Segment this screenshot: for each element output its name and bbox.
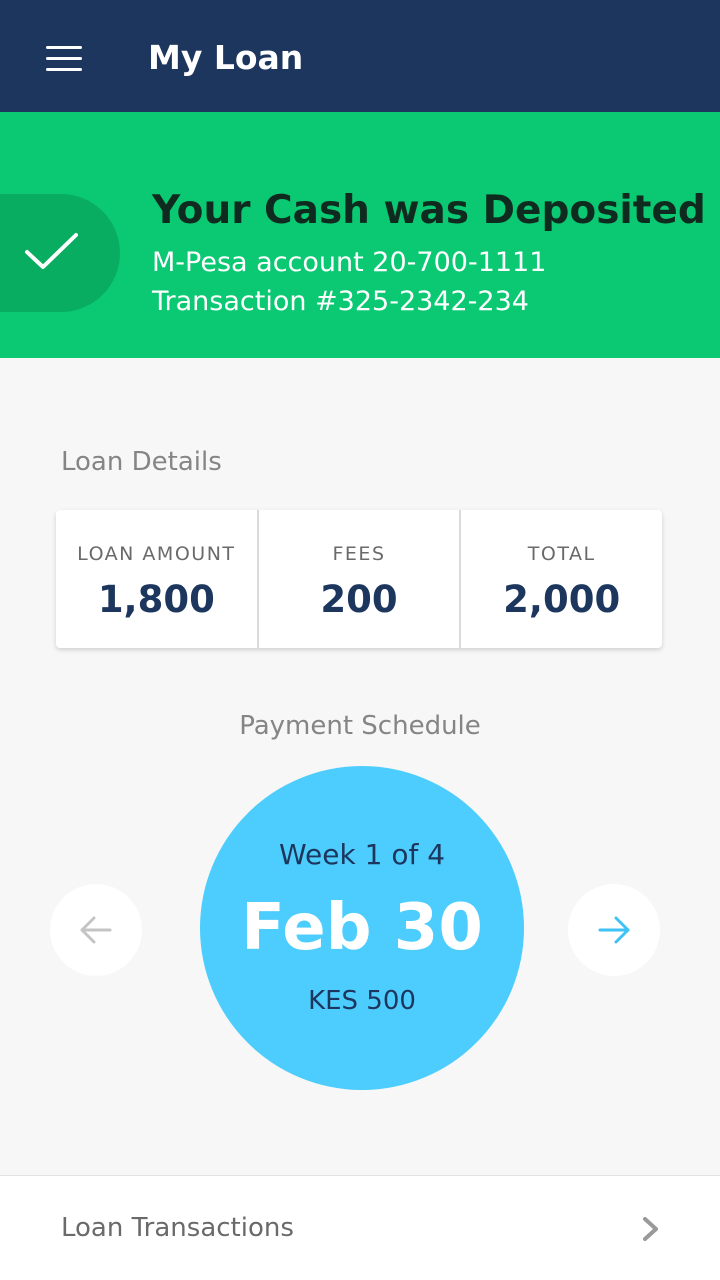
banner-title: Your Cash was Deposited bbox=[152, 188, 706, 233]
arrow-left-icon bbox=[80, 916, 112, 944]
loan-amount-value: 1,800 bbox=[97, 578, 215, 621]
payment-schedule-heading: Payment Schedule bbox=[239, 711, 481, 741]
app-bar: My Loan bbox=[0, 0, 720, 112]
loan-amount-cell: LOAN AMOUNT 1,800 bbox=[56, 510, 259, 648]
payment-week-circle: Week 1 of 4 Feb 30 KES 500 bbox=[200, 766, 524, 1090]
my-loan-screen: My Loan Your Cash was Deposited M-Pesa a… bbox=[0, 0, 720, 1280]
fees-label: FEES bbox=[332, 543, 386, 565]
loan-transactions-row[interactable]: Loan Transactions bbox=[0, 1175, 720, 1280]
next-week-button[interactable] bbox=[568, 884, 660, 976]
transaction-line: Transaction #325-2342-234 bbox=[152, 286, 529, 317]
chevron-right-icon bbox=[643, 1217, 658, 1241]
account-line: M-Pesa account 20-700-1111 bbox=[152, 247, 547, 278]
fees-value: 200 bbox=[320, 578, 398, 621]
fees-cell: FEES 200 bbox=[259, 510, 462, 648]
hamburger-menu-icon[interactable] bbox=[38, 36, 90, 82]
payment-date: Feb 30 bbox=[241, 891, 483, 965]
checkmark-icon bbox=[25, 233, 78, 269]
total-cell: TOTAL 2,000 bbox=[461, 510, 662, 648]
payment-amount: KES 500 bbox=[308, 986, 416, 1016]
loan-transactions-label: Loan Transactions bbox=[61, 1213, 294, 1243]
loan-details-card: LOAN AMOUNT 1,800 FEES 200 TOTAL 2,000 bbox=[56, 510, 662, 648]
loan-amount-label: LOAN AMOUNT bbox=[77, 543, 236, 565]
loan-details-heading: Loan Details bbox=[61, 447, 222, 477]
week-counter: Week 1 of 4 bbox=[278, 838, 446, 871]
success-badge bbox=[0, 194, 120, 312]
deposit-success-banner: Your Cash was Deposited M-Pesa account 2… bbox=[0, 112, 720, 358]
arrow-right-icon bbox=[598, 916, 630, 944]
page-title: My Loan bbox=[148, 38, 304, 77]
total-label: TOTAL bbox=[527, 543, 596, 565]
previous-week-button[interactable] bbox=[50, 884, 142, 976]
total-value: 2,000 bbox=[503, 578, 621, 621]
